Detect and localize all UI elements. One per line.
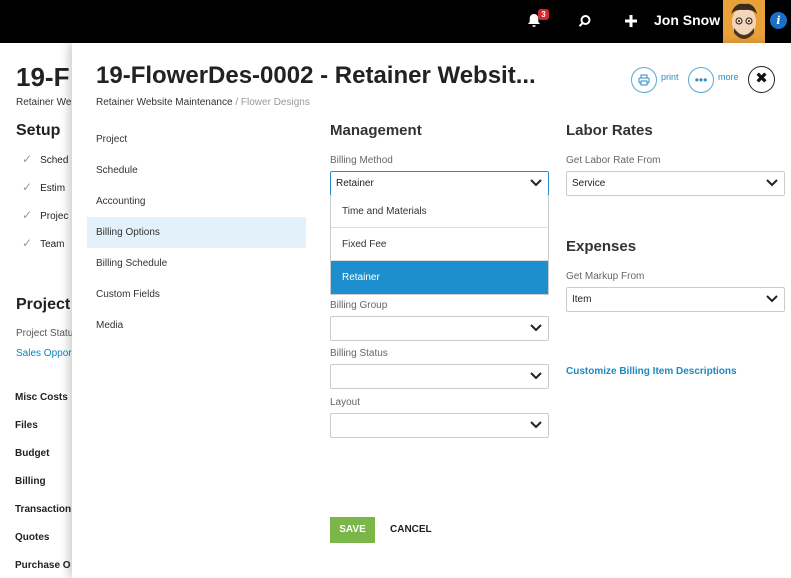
layout-select[interactable] [330,413,549,438]
billing-method-value: Retainer [336,178,374,189]
dropdown-option-retainer[interactable]: Retainer [331,261,548,294]
billing-group-label: Billing Group [330,300,388,311]
more-icon[interactable]: ••• [688,67,714,93]
project-status-label: Project Statu [16,328,72,339]
check-icon: ✓ [22,236,33,250]
info-icon[interactable]: i [770,12,787,29]
labor-rate-from-label: Get Labor Rate From [566,155,661,166]
chevron-down-icon [530,365,542,397]
chevron-down-icon [766,288,778,320]
project-status-value[interactable]: Sales Oppor [16,348,72,359]
billing-status-select[interactable] [330,364,549,389]
setup-item[interactable]: ✓ Sched [22,152,68,166]
username[interactable]: Jon Snow [654,12,720,28]
breadcrumb-project[interactable]: Retainer Website Maintenance [96,97,233,108]
check-icon: ✓ [22,180,33,194]
setup-heading: Setup [16,122,61,139]
print-icon[interactable] [631,67,657,93]
save-button[interactable]: SAVE [330,517,375,543]
page-title: 19-FlowerDes-0002 - Retainer Websit... [96,62,536,89]
background-subtitle: Retainer We [16,97,72,108]
expenses-heading: Expenses [566,238,637,255]
chevron-down-icon [766,172,778,204]
breadcrumb-client[interactable]: Flower Designs [241,97,310,108]
billing-method-select[interactable]: Retainer [330,171,549,196]
nav-item-media[interactable]: Media [87,310,306,341]
nav-item-billing-schedule[interactable]: Billing Schedule [87,248,306,279]
side-link-budget[interactable]: Budget [15,448,49,459]
notification-badge: 3 [538,9,549,20]
nav-item-project[interactable]: Project [87,124,306,155]
side-link-quotes[interactable]: Quotes [15,532,49,543]
print-button[interactable]: print [661,72,679,82]
side-link-files[interactable]: Files [15,420,38,431]
billing-method-dropdown: Time and Materials Fixed Fee Retainer [330,195,549,295]
setup-item[interactable]: ✓ Team [22,236,65,250]
billing-group-select[interactable] [330,316,549,341]
billing-options-panel: 19-FlowerDes-0002 - Retainer Websit... R… [72,43,791,578]
breadcrumb-separator: / [232,97,241,108]
management-heading: Management [330,122,422,139]
setup-item[interactable]: ✓ Estim [22,180,65,194]
check-icon: ✓ [22,152,33,166]
dropdown-option-fixed-fee[interactable]: Fixed Fee [331,228,548,261]
markup-from-value: Item [572,294,592,305]
close-icon[interactable]: ✖ [748,66,775,93]
check-icon: ✓ [22,208,33,222]
cancel-button[interactable]: CANCEL [390,517,432,543]
labor-rates-heading: Labor Rates [566,122,653,139]
side-link-transactions[interactable]: Transaction [15,504,71,515]
side-link-purchase-orders[interactable]: Purchase O [15,560,71,571]
search-icon[interactable] [574,10,596,35]
background-title: 19-F [16,62,70,92]
labor-rate-from-select[interactable]: Service [566,171,785,196]
billing-status-label: Billing Status [330,348,388,359]
more-button[interactable]: more [718,72,739,82]
markup-from-label: Get Markup From [566,271,645,282]
section-nav: Project Schedule Accounting Billing Opti… [87,124,306,341]
background-page: 19-F Retainer We Setup ✓ Sched ✓ Estim ✓ Pr… [0,43,72,578]
labor-rate-from-value: Service [572,178,606,189]
avatar[interactable] [723,0,765,43]
nav-item-billing-options[interactable]: Billing Options [87,217,306,248]
customize-billing-descriptions-link[interactable]: Customize Billing Item Descriptions [566,366,737,377]
setup-item[interactable]: ✓ Projec [22,208,68,222]
plus-icon[interactable] [620,10,642,33]
top-bar: 3 Jon Snow i [0,0,791,43]
dropdown-option-time-and-materials[interactable]: Time and Materials [331,195,548,228]
layout-label: Layout [330,397,361,408]
side-link-misc-costs[interactable]: Misc Costs [15,392,68,403]
nav-item-custom-fields[interactable]: Custom Fields [87,279,306,310]
breadcrumb: Retainer Website Maintenance / Flower De… [96,97,310,108]
billing-method-label: Billing Method [330,155,393,166]
nav-item-accounting[interactable]: Accounting [87,186,306,217]
markup-from-select[interactable]: Item [566,287,785,312]
project-heading: Project [16,296,71,313]
nav-item-schedule[interactable]: Schedule [87,155,306,186]
side-link-billing[interactable]: Billing [15,476,46,487]
chevron-down-icon [530,317,542,349]
chevron-down-icon [530,414,542,446]
